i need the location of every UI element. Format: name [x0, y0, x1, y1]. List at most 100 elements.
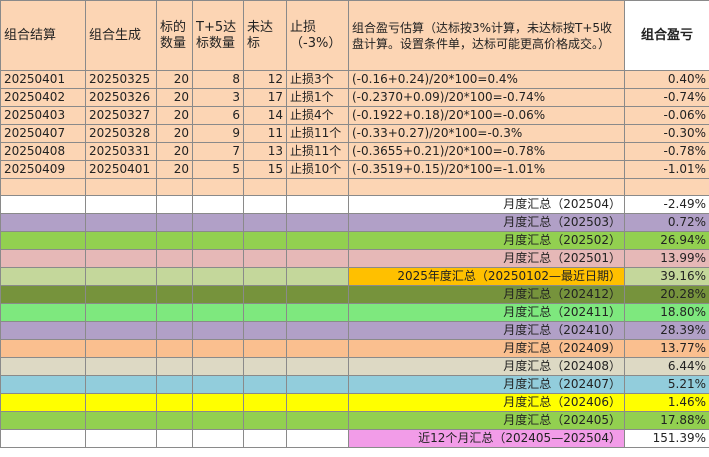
summary-label[interactable]: 月度汇总（202409）	[348, 339, 625, 358]
summary-blank-cell[interactable]	[156, 393, 193, 412]
header-t5-hit[interactable]: T+5达标数量	[192, 0, 244, 71]
summary-blank-cell[interactable]	[156, 231, 193, 250]
summary-blank-cell[interactable]	[156, 285, 193, 304]
summary-blank-cell[interactable]	[0, 321, 86, 340]
summary-value[interactable]: 6.44%	[624, 357, 709, 376]
cell-generate[interactable]: 20250327	[85, 106, 157, 125]
summary-value[interactable]: 18.80%	[624, 303, 709, 322]
cell-settle[interactable]: 20250409	[0, 160, 86, 179]
summary-label[interactable]: 近12个月汇总（202405—202504）	[348, 429, 625, 448]
summary-blank-cell[interactable]	[85, 411, 157, 430]
summary-label[interactable]: 月度汇总（202410）	[348, 321, 625, 340]
summary-value[interactable]: 151.39%	[624, 429, 709, 448]
summary-blank-cell[interactable]	[85, 249, 157, 268]
cell-stop[interactable]: 止损3个	[286, 70, 349, 89]
summary-blank-cell[interactable]	[286, 393, 349, 412]
cell-calc[interactable]: (-0.3655+0.21)/20*100=-0.78%	[348, 142, 625, 161]
cell-count[interactable]: 20	[156, 160, 193, 179]
summary-blank-cell[interactable]	[85, 429, 157, 448]
summary-blank-cell[interactable]	[0, 195, 86, 214]
summary-blank-cell[interactable]	[192, 267, 244, 286]
cell-calc[interactable]: (-0.2370+0.09)/20*100=-0.74%	[348, 88, 625, 107]
cell-count[interactable]: 20	[156, 142, 193, 161]
summary-blank-cell[interactable]	[156, 303, 193, 322]
summary-blank-cell[interactable]	[156, 321, 193, 340]
summary-value[interactable]: 39.16%	[624, 267, 709, 286]
summary-blank-cell[interactable]	[85, 375, 157, 394]
summary-blank-cell[interactable]	[286, 213, 349, 232]
summary-blank-cell[interactable]	[0, 285, 86, 304]
empty-cell[interactable]	[348, 178, 625, 196]
summary-label[interactable]: 月度汇总（202503）	[348, 213, 625, 232]
summary-blank-cell[interactable]	[192, 321, 244, 340]
cell-count[interactable]: 20	[156, 70, 193, 89]
cell-pnl[interactable]: -0.78%	[624, 142, 709, 161]
summary-blank-cell[interactable]	[286, 285, 349, 304]
summary-label[interactable]: 2025年度汇总（20250102—最近日期）	[348, 267, 625, 286]
summary-blank-cell[interactable]	[286, 375, 349, 394]
cell-settle[interactable]: 20250402	[0, 88, 86, 107]
summary-blank-cell[interactable]	[286, 321, 349, 340]
summary-blank-cell[interactable]	[0, 267, 86, 286]
summary-label[interactable]: 月度汇总（202502）	[348, 231, 625, 250]
summary-blank-cell[interactable]	[156, 411, 193, 430]
summary-blank-cell[interactable]	[85, 357, 157, 376]
summary-blank-cell[interactable]	[0, 375, 86, 394]
cell-miss[interactable]: 14	[243, 106, 287, 125]
summary-blank-cell[interactable]	[156, 213, 193, 232]
summary-value[interactable]: 13.99%	[624, 249, 709, 268]
cell-hit[interactable]: 3	[192, 88, 244, 107]
summary-value[interactable]: 1.46%	[624, 393, 709, 412]
summary-blank-cell[interactable]	[286, 231, 349, 250]
summary-blank-cell[interactable]	[243, 267, 287, 286]
header-pnl-estimate[interactable]: 组合盈亏估算（达标按3%计算，未达标按T+5收盘计算。设置条件单，达标可能更高价…	[348, 0, 625, 71]
summary-blank-cell[interactable]	[85, 321, 157, 340]
cell-calc[interactable]: (-0.1922+0.18)/20*100=-0.06%	[348, 106, 625, 125]
cell-generate[interactable]: 20250328	[85, 124, 157, 143]
cell-stop[interactable]: 止损10个	[286, 160, 349, 179]
summary-blank-cell[interactable]	[243, 339, 287, 358]
cell-settle[interactable]: 20250401	[0, 70, 86, 89]
cell-miss[interactable]: 12	[243, 70, 287, 89]
summary-blank-cell[interactable]	[0, 357, 86, 376]
empty-cell[interactable]	[192, 178, 244, 196]
summary-blank-cell[interactable]	[243, 231, 287, 250]
summary-blank-cell[interactable]	[192, 195, 244, 214]
summary-blank-cell[interactable]	[243, 393, 287, 412]
summary-value[interactable]: 20.28%	[624, 285, 709, 304]
summary-blank-cell[interactable]	[156, 375, 193, 394]
summary-blank-cell[interactable]	[192, 231, 244, 250]
cell-pnl[interactable]: 0.40%	[624, 70, 709, 89]
summary-blank-cell[interactable]	[85, 267, 157, 286]
summary-label[interactable]: 月度汇总（202412）	[348, 285, 625, 304]
summary-label[interactable]: 月度汇总（202405）	[348, 411, 625, 430]
cell-settle[interactable]: 20250403	[0, 106, 86, 125]
cell-generate[interactable]: 20250331	[85, 142, 157, 161]
cell-pnl[interactable]: -0.06%	[624, 106, 709, 125]
summary-blank-cell[interactable]	[85, 195, 157, 214]
summary-value[interactable]: 17.88%	[624, 411, 709, 430]
summary-blank-cell[interactable]	[0, 393, 86, 412]
summary-blank-cell[interactable]	[286, 249, 349, 268]
summary-label[interactable]: 月度汇总（202411）	[348, 303, 625, 322]
cell-stop[interactable]: 止损4个	[286, 106, 349, 125]
cell-calc[interactable]: (-0.16+0.24)/20*100=0.4%	[348, 70, 625, 89]
cell-generate[interactable]: 20250401	[85, 160, 157, 179]
summary-blank-cell[interactable]	[286, 357, 349, 376]
summary-blank-cell[interactable]	[156, 195, 193, 214]
cell-stop[interactable]: 止损11个	[286, 142, 349, 161]
summary-value[interactable]: 13.77%	[624, 339, 709, 358]
cell-count[interactable]: 20	[156, 88, 193, 107]
summary-label[interactable]: 月度汇总（202408）	[348, 357, 625, 376]
summary-value[interactable]: 5.21%	[624, 375, 709, 394]
summary-blank-cell[interactable]	[156, 267, 193, 286]
summary-blank-cell[interactable]	[0, 231, 86, 250]
summary-blank-cell[interactable]	[85, 339, 157, 358]
summary-blank-cell[interactable]	[0, 249, 86, 268]
summary-blank-cell[interactable]	[192, 393, 244, 412]
summary-blank-cell[interactable]	[243, 249, 287, 268]
header-pnl[interactable]: 组合盈亏	[624, 0, 709, 71]
summary-blank-cell[interactable]	[243, 285, 287, 304]
summary-blank-cell[interactable]	[85, 231, 157, 250]
cell-count[interactable]: 20	[156, 106, 193, 125]
